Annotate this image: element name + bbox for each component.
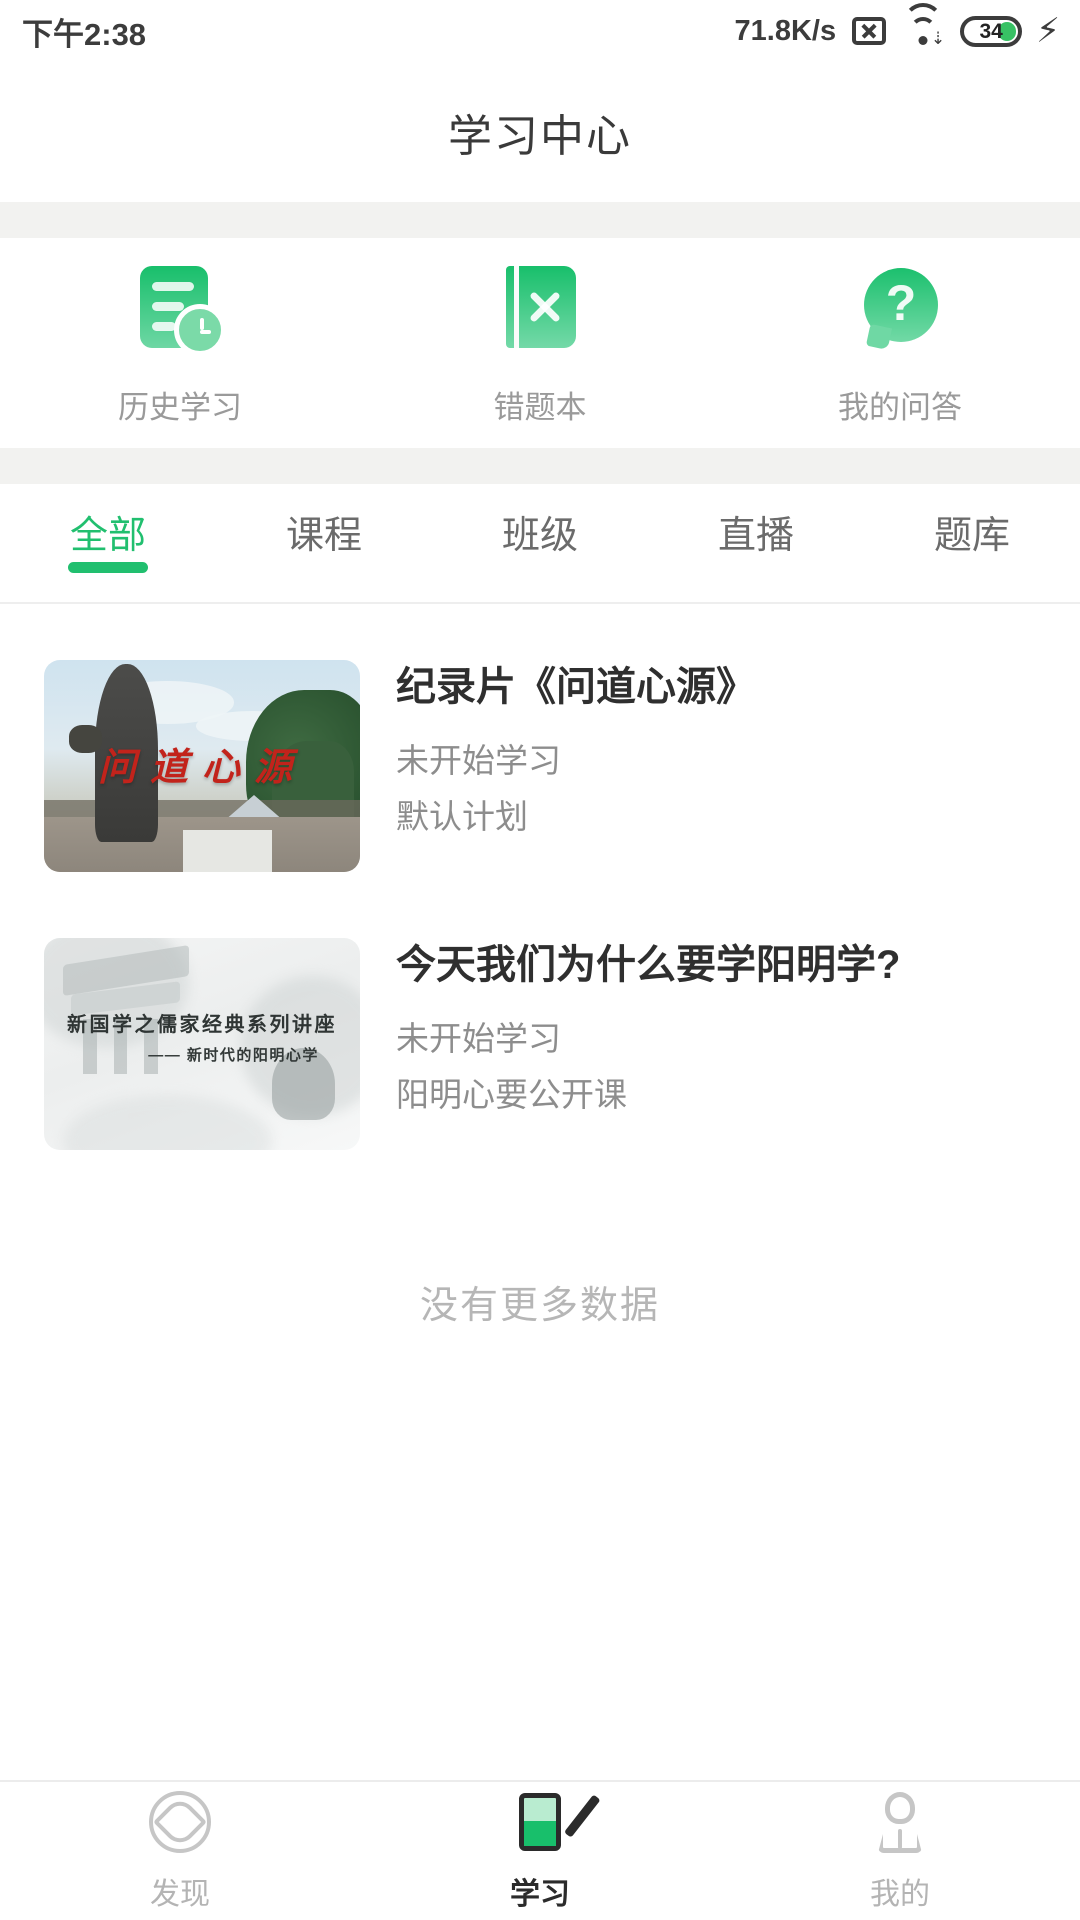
history-document-clock-icon	[132, 260, 228, 356]
tab-active-indicator	[68, 562, 148, 573]
page-title: 学习中心	[448, 112, 632, 161]
nav-label: 学习	[510, 1878, 570, 1911]
course-list: 问道心源 纪录片《问道心源》 未开始学习 默认计划 新国学之儒家经典系列讲座 —…	[0, 604, 1080, 1780]
category-tabs: 全部 课程 班级 直播 题库	[0, 484, 1080, 604]
course-title: 纪录片《问道心源》	[396, 665, 756, 709]
wifi-icon: ⇣	[902, 3, 945, 47]
nav-item-study[interactable]: 学习	[360, 1789, 720, 1913]
tab-classes[interactable]: 班级	[432, 504, 648, 559]
tab-label: 全部	[69, 515, 146, 557]
status-bar: 下午2:38 71.8K/s ⇣ 34 ⚡	[0, 0, 1080, 62]
course-plan: 默认计划	[396, 797, 528, 835]
course-meta: 纪录片《问道心源》 未开始学习 默认计划	[396, 660, 1040, 872]
x-box-icon	[852, 17, 887, 45]
tab-label: 题库	[933, 515, 1010, 557]
nav-label: 我的	[870, 1878, 930, 1911]
list-item[interactable]: 问道心源 纪录片《问道心源》 未开始学习 默认计划	[0, 660, 1080, 872]
course-thumbnail: 问道心源	[44, 660, 360, 872]
nav-item-discover[interactable]: 发现	[0, 1789, 360, 1913]
course-title: 今天我们为什么要学阳明学?	[396, 943, 901, 987]
tab-label: 课程	[285, 515, 362, 557]
nav-label: 发现	[150, 1878, 210, 1911]
tab-label: 班级	[501, 515, 578, 557]
network-speed: 71.8K/s	[734, 14, 837, 47]
question-bubble-icon: ?	[852, 260, 948, 356]
course-plan: 阳明心要公开课	[396, 1075, 627, 1113]
study-phone-pen-icon	[507, 1789, 601, 1855]
list-item[interactable]: 新国学之儒家经典系列讲座 —— 新时代的阳明心学 今天我们为什么要学阳明学? 未…	[0, 938, 1080, 1150]
app-screen: 下午2:38 71.8K/s ⇣ 34 ⚡ 学习中心 历史学习 错题本 ? 我的…	[0, 0, 1080, 1920]
course-status: 未开始学习	[396, 1020, 561, 1057]
bottom-navigation: 发现 学习 我的	[0, 1780, 1080, 1920]
tab-label: 直播	[717, 515, 794, 557]
person-icon	[867, 1789, 933, 1855]
page-header: 学习中心	[0, 62, 1080, 202]
quick-action-label: 历史学习	[118, 389, 242, 425]
tab-courses[interactable]: 课程	[216, 504, 432, 559]
compass-icon	[147, 1789, 213, 1855]
battery-level: 34	[979, 19, 1003, 43]
quick-actions: 历史学习 错题本 ? 我的问答	[0, 238, 1080, 448]
tab-all[interactable]: 全部	[0, 504, 216, 573]
course-status: 未开始学习	[396, 742, 561, 779]
nav-item-profile[interactable]: 我的	[720, 1789, 1080, 1913]
course-meta: 今天我们为什么要学阳明学? 未开始学习 阳明心要公开课	[396, 938, 1040, 1150]
status-icons: 71.8K/s ⇣ 34 ⚡	[734, 3, 1060, 50]
charging-bolt-icon: ⚡	[1036, 12, 1060, 50]
quick-action-history[interactable]: 历史学习	[0, 260, 360, 427]
quick-action-qa[interactable]: ? 我的问答	[720, 260, 1080, 427]
status-time: 下午2:38	[22, 16, 147, 52]
list-footer: 没有更多数据	[419, 1285, 660, 1327]
section-divider-top	[0, 202, 1080, 238]
quick-action-label: 错题本	[493, 389, 587, 425]
section-divider-bottom	[0, 448, 1080, 484]
tab-question-bank[interactable]: 题库	[864, 504, 1080, 559]
battery-icon: 34	[960, 15, 1023, 47]
wrong-question-book-icon	[492, 260, 588, 356]
thumbnail-caption: 新国学之儒家经典系列讲座	[67, 1013, 337, 1036]
quick-action-wrongbook[interactable]: 错题本	[360, 260, 720, 427]
quick-action-label: 我的问答	[838, 389, 962, 425]
course-thumbnail: 新国学之儒家经典系列讲座 —— 新时代的阳明心学	[44, 938, 360, 1150]
tab-live[interactable]: 直播	[648, 504, 864, 559]
thumbnail-caption: 问道心源	[97, 747, 306, 790]
thumbnail-subcaption: —— 新时代的阳明心学	[148, 1047, 319, 1064]
